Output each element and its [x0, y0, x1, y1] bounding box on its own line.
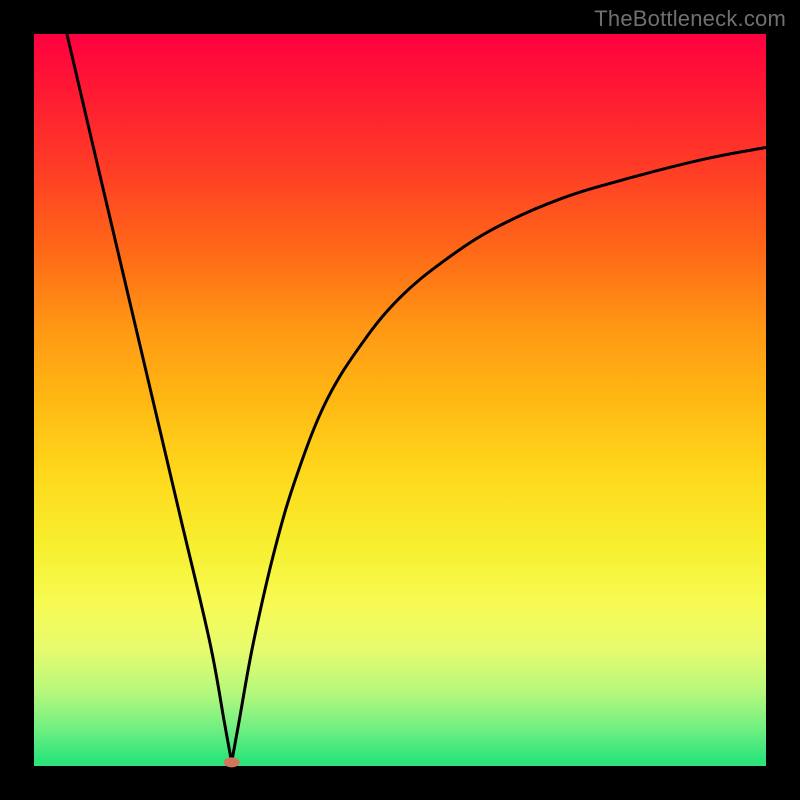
- minimum-marker-icon: [224, 757, 240, 767]
- chart-frame: TheBottleneck.com: [0, 0, 800, 800]
- curve-left-branch: [67, 34, 232, 762]
- curve-right-branch: [232, 147, 766, 762]
- plot-area: [34, 34, 766, 766]
- bottleneck-curve: [34, 34, 766, 766]
- watermark-text: TheBottleneck.com: [594, 6, 786, 32]
